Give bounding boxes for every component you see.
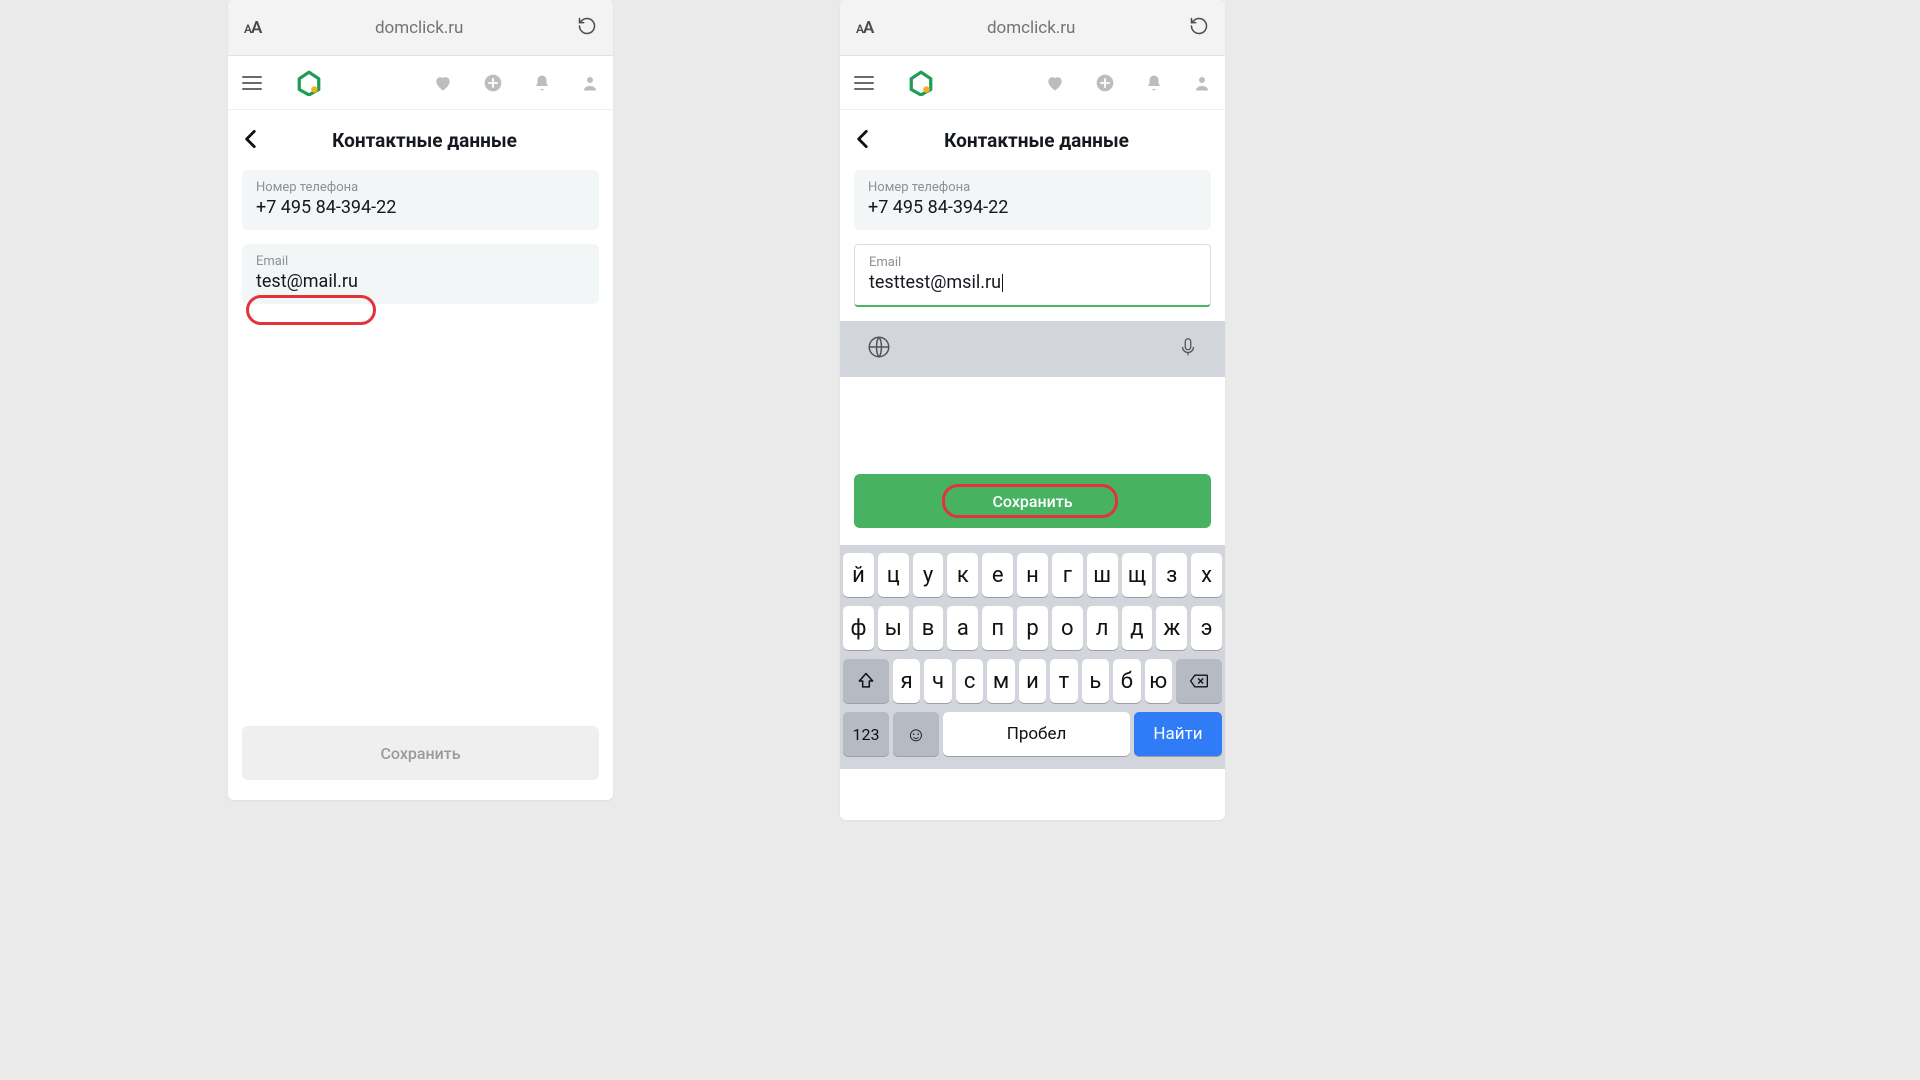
numbers-key[interactable]: 123 <box>843 712 889 756</box>
backspace-key[interactable] <box>1176 659 1222 703</box>
app-logo[interactable] <box>908 70 934 96</box>
save-label: Сохранить <box>992 492 1072 511</box>
key-ч[interactable]: ч <box>924 659 951 703</box>
back-icon[interactable] <box>850 126 878 154</box>
title-row: Контактные данные <box>840 110 1225 170</box>
key-к[interactable]: к <box>947 553 978 597</box>
key-ь[interactable]: ь <box>1082 659 1109 703</box>
reload-icon[interactable] <box>577 16 597 40</box>
key-н[interactable]: н <box>1017 553 1048 597</box>
phone-field[interactable]: Номер телефона +7 495 84-394-22 <box>242 170 599 230</box>
email-input[interactable]: testtest@msil.ru <box>869 272 1196 293</box>
user-icon[interactable] <box>581 73 599 93</box>
app-logo[interactable] <box>296 70 322 96</box>
key-б[interactable]: б <box>1113 659 1140 703</box>
key-э[interactable]: э <box>1191 606 1222 650</box>
key-е[interactable]: е <box>982 553 1013 597</box>
text-size-control[interactable]: AA <box>244 18 261 38</box>
title-row: Контактные данные <box>228 110 613 170</box>
key-м[interactable]: м <box>987 659 1014 703</box>
heart-icon[interactable] <box>1045 73 1065 93</box>
email-value: test@mail.ru <box>256 271 585 292</box>
key-ы[interactable]: ы <box>878 606 909 650</box>
app-header <box>840 56 1225 110</box>
key-л[interactable]: л <box>1087 606 1118 650</box>
key-х[interactable]: х <box>1191 553 1222 597</box>
key-й[interactable]: й <box>843 553 874 597</box>
bell-icon[interactable] <box>1145 73 1163 93</box>
key-д[interactable]: д <box>1122 606 1153 650</box>
reload-icon[interactable] <box>1189 16 1209 40</box>
key-в[interactable]: в <box>913 606 944 650</box>
key-ф[interactable]: ф <box>843 606 874 650</box>
menu-icon[interactable] <box>242 76 262 90</box>
browser-bar: AA domclick.ru <box>228 0 613 56</box>
save-label: Сохранить <box>380 744 460 763</box>
phone-field[interactable]: Номер телефона +7 495 84-394-22 <box>854 170 1211 230</box>
email-field[interactable]: Email test@mail.ru <box>242 244 599 304</box>
save-button[interactable]: Сохранить <box>242 726 599 780</box>
email-field[interactable]: Email testtest@msil.ru <box>854 244 1211 307</box>
phone-value: +7 495 84-394-22 <box>256 197 585 218</box>
key-ж[interactable]: ж <box>1156 606 1187 650</box>
phone-label: Номер телефона <box>256 180 585 195</box>
key-а[interactable]: а <box>947 606 978 650</box>
keyboard-toolbar <box>840 321 1225 377</box>
key-п[interactable]: п <box>982 606 1013 650</box>
virtual-keyboard: йцукенгшщзх фывапролджэ ячсмитьбю 123 ☺ … <box>840 545 1225 769</box>
key-о[interactable]: о <box>1052 606 1083 650</box>
phone-label: Номер телефона <box>868 180 1197 195</box>
key-т[interactable]: т <box>1050 659 1077 703</box>
plus-icon[interactable] <box>1095 73 1115 93</box>
browser-url[interactable]: domclick.ru <box>987 18 1076 38</box>
key-у[interactable]: у <box>913 553 944 597</box>
screenshot-left: AA domclick.ru Контактные данные <box>228 0 613 800</box>
key-р[interactable]: р <box>1017 606 1048 650</box>
key-ш[interactable]: ш <box>1087 553 1118 597</box>
key-г[interactable]: г <box>1052 553 1083 597</box>
screenshot-right: AA domclick.ru Контактные данные <box>840 0 1225 820</box>
page-title: Контактные данные <box>266 129 603 152</box>
save-button[interactable]: Сохранить <box>854 474 1211 528</box>
page-title: Контактные данные <box>878 129 1215 152</box>
text-caret <box>1002 274 1003 292</box>
phone-value: +7 495 84-394-22 <box>868 197 1197 218</box>
heart-icon[interactable] <box>433 73 453 93</box>
globe-icon[interactable] <box>866 334 892 364</box>
menu-icon[interactable] <box>854 76 874 90</box>
key-и[interactable]: и <box>1019 659 1046 703</box>
text-size-control[interactable]: AA <box>856 18 873 38</box>
browser-url[interactable]: domclick.ru <box>375 18 464 38</box>
key-я[interactable]: я <box>893 659 920 703</box>
emoji-key[interactable]: ☺ <box>893 712 939 756</box>
key-с[interactable]: с <box>956 659 983 703</box>
mic-icon[interactable] <box>1177 334 1199 364</box>
action-key[interactable]: Найти <box>1134 712 1222 756</box>
app-header <box>228 56 613 110</box>
browser-bar: AA domclick.ru <box>840 0 1225 56</box>
key-з[interactable]: з <box>1156 553 1187 597</box>
plus-icon[interactable] <box>483 73 503 93</box>
key-ц[interactable]: ц <box>878 553 909 597</box>
back-icon[interactable] <box>238 126 266 154</box>
shift-key[interactable] <box>843 659 889 703</box>
key-ю[interactable]: ю <box>1145 659 1172 703</box>
email-label: Email <box>869 255 1196 270</box>
key-щ[interactable]: щ <box>1122 553 1153 597</box>
space-key[interactable]: Пробел <box>943 712 1130 756</box>
bell-icon[interactable] <box>533 73 551 93</box>
user-icon[interactable] <box>1193 73 1211 93</box>
email-label: Email <box>256 254 585 269</box>
